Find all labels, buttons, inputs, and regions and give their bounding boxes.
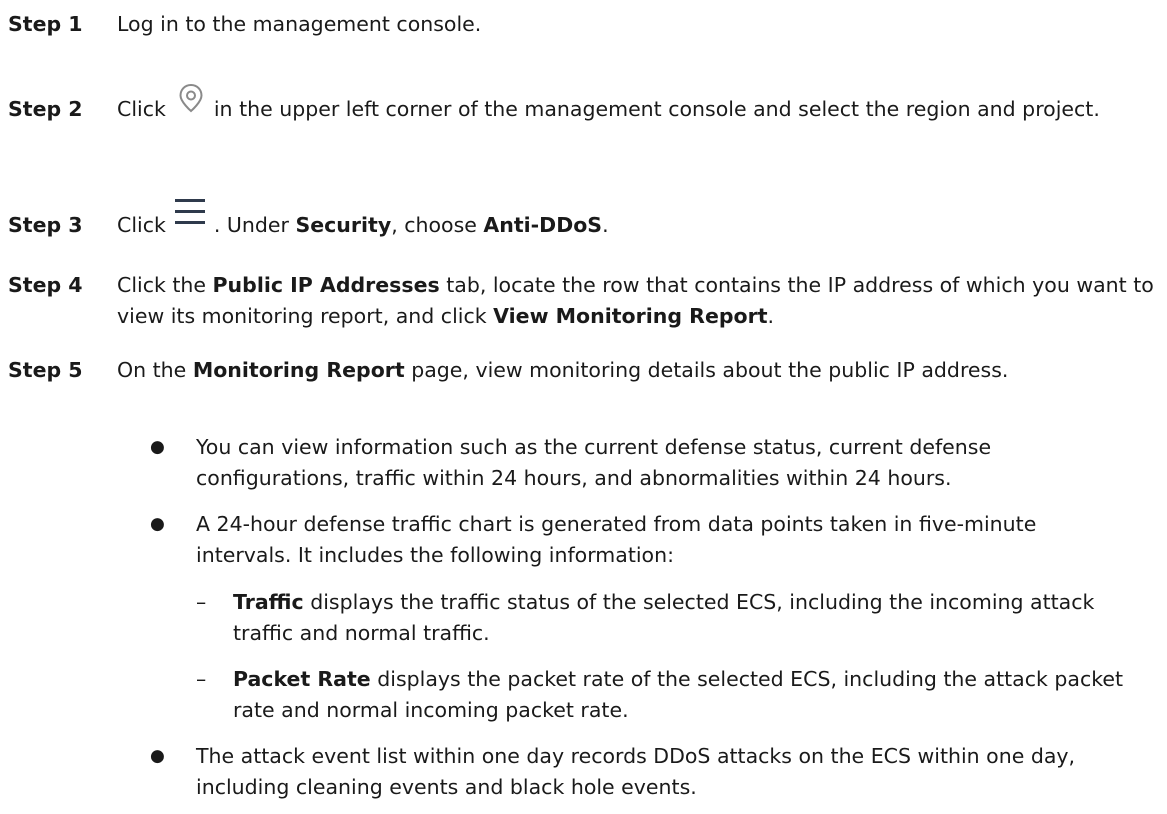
step-label: Step 4 (8, 273, 83, 297)
bullet-text: Traffic displays the traffic status of t… (233, 587, 1107, 649)
step-4-text: Click the (117, 273, 213, 297)
bullet-text: The attack event list within one day rec… (196, 744, 1076, 799)
hamburger-menu-icon (170, 199, 210, 241)
step-2-text-after: in the upper left corner of the manageme… (213, 97, 1100, 121)
step-4-text: . (767, 304, 775, 328)
step-3-text-before: Click (117, 213, 166, 237)
step-text: Click the Public IP Addresses tab, locat… (117, 270, 1167, 332)
step-3-text: . Under (213, 213, 296, 237)
step-text: On the Monitoring Report page, view moni… (117, 355, 1097, 386)
bullet-icon: ● (150, 437, 165, 457)
public-ip-addresses-label: Public IP Addresses (212, 273, 440, 297)
step-label: Step 5 (8, 358, 83, 382)
step-label: Step 1 (8, 12, 83, 36)
location-pin-icon (170, 83, 210, 125)
step-1-text: Log in to the management console. (117, 12, 482, 36)
step-text: Click . Under Security, choose Anti-DDoS… (117, 199, 1167, 241)
monitoring-report-label: Monitoring Report (192, 358, 405, 382)
dash-marker: – (196, 590, 207, 614)
bullet-text: Packet Rate displays the packet rate of … (233, 664, 1127, 726)
step-5-text: page, view monitoring details about the … (404, 358, 1009, 382)
step-text: Click in the upper left corner of the ma… (117, 83, 1137, 125)
packet-rate-label: Packet Rate (233, 667, 371, 691)
step-label: Step 3 (8, 213, 83, 237)
step-5-text: On the (117, 358, 193, 382)
traffic-description: displays the traffic status of the selec… (233, 590, 1095, 645)
step-text: Log in to the management console. (117, 9, 1167, 40)
step-2-text-before: Click (117, 97, 166, 121)
step-3-text: . (602, 213, 609, 237)
bullet-text: A 24-hour defense traffic chart is gener… (196, 512, 1037, 567)
dash-marker: – (196, 667, 207, 691)
security-label: Security (295, 213, 392, 237)
step-label: Step 2 (8, 97, 83, 121)
bullet-icon: ● (150, 514, 165, 534)
traffic-label: Traffic (233, 590, 304, 614)
step-3-text: , choose (391, 213, 484, 237)
bullet-icon: ● (150, 746, 165, 766)
anti-ddos-label: Anti-DDoS (483, 213, 603, 237)
bullet-text: You can view information such as the cur… (196, 435, 992, 490)
view-monitoring-report-label: View Monitoring Report (493, 304, 768, 328)
